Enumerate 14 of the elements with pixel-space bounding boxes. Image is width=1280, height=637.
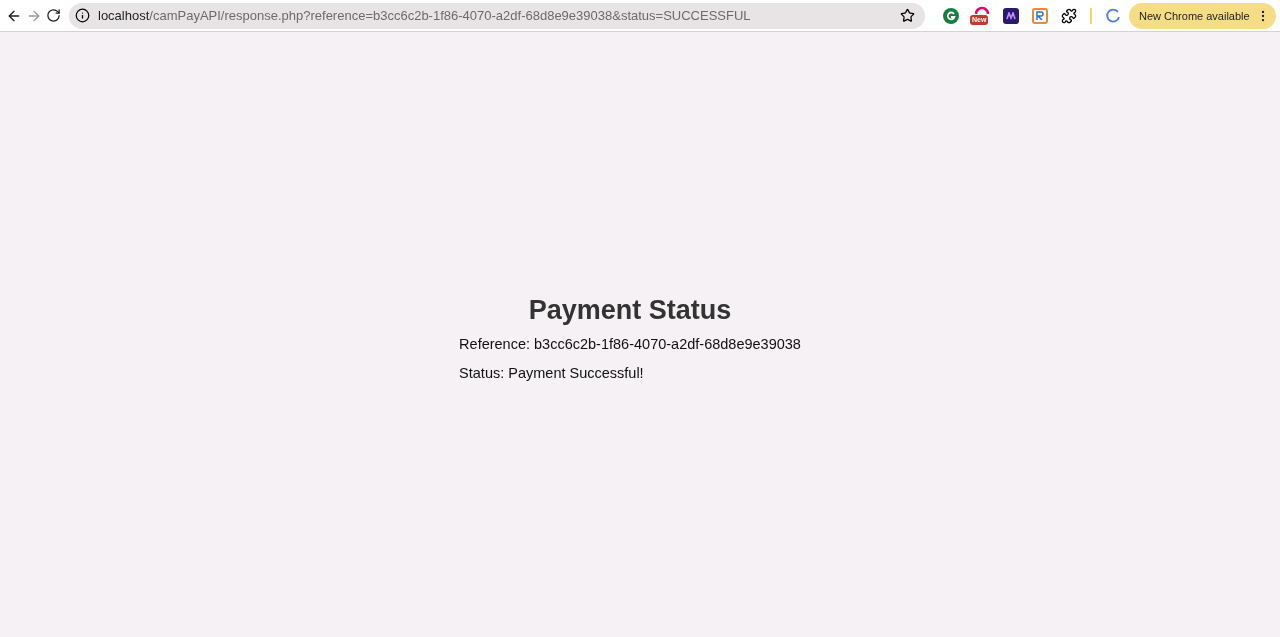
update-button[interactable]: New Chrome available <box>1129 2 1276 29</box>
m-extension-icon[interactable] <box>1003 7 1019 24</box>
url-text: localhost/camPayAPI/response.php?reference=b3cc6c2b-1f86-4070-a2df-68d8e9e39038&status=SUCCESSFUL <box>98 8 752 23</box>
extensions-icon[interactable] <box>1061 7 1077 24</box>
status-text: Status: Payment Successful! <box>459 365 645 381</box>
page-heading: Payment Status <box>527 295 733 326</box>
r-extension-icon[interactable] <box>1032 7 1048 24</box>
rainbow-extension-icon[interactable] <box>975 4 989 14</box>
info-icon[interactable] <box>75 8 90 23</box>
status-text: Reference: b3cc6c2b-1f86-4070-a2df-68d8e9e39038 <box>459 336 801 352</box>
star-icon[interactable] <box>900 8 915 23</box>
g-extension-icon[interactable] <box>943 7 959 24</box>
address-bar[interactable]: localhost/camPayAPI/response.php?reference=b3cc6c2b-1f86-4070-a2df-68d8e9e39038&status=SUCCESSFUL <box>69 2 925 29</box>
loading-icon[interactable] <box>1105 7 1121 24</box>
